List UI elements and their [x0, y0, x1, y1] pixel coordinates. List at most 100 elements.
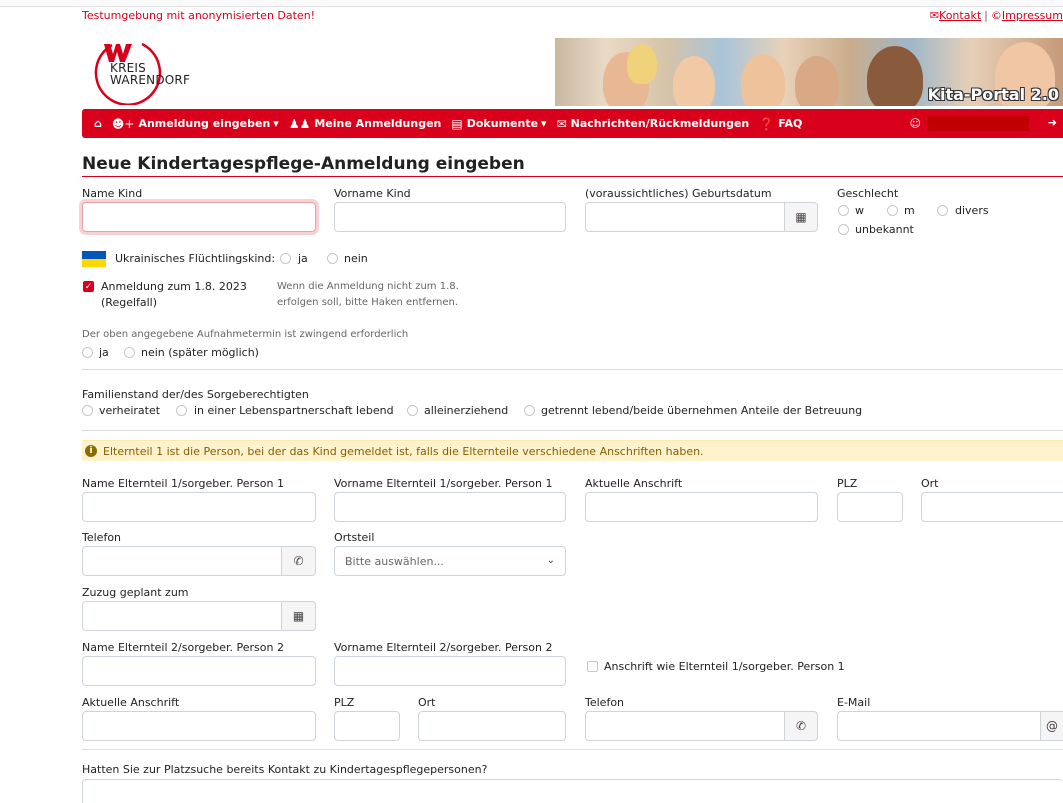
nav-faq[interactable]: ❓ FAQ	[759, 117, 802, 131]
chevron-down-icon: ⌄	[546, 555, 555, 566]
label-zuzug: Zuzug geplant zum	[82, 586, 189, 599]
faq-icon: ❓	[759, 116, 775, 131]
vorname-elternteil2-input[interactable]	[334, 656, 566, 686]
user-icon: ☺	[909, 117, 921, 130]
label-plz-elternteil2: PLZ	[334, 696, 355, 709]
radio-gender-m[interactable]	[887, 205, 898, 216]
label-anschrift-elternteil2: Aktuelle Anschrift	[82, 696, 180, 709]
checkbox-line-1: Anmeldung zum 1.8. 2023	[101, 280, 247, 293]
logo-text: KREIS WARENDORF	[110, 62, 190, 86]
label-vorname-elternteil2: Vorname Elternteil 2/sorgeber. Person 2	[334, 641, 553, 654]
telefon-elternteil1-input[interactable]	[82, 546, 282, 576]
vorname-elternteil1-input[interactable]	[334, 492, 566, 522]
user-menu[interactable]: ☺	[910, 116, 1029, 131]
separator: |	[984, 9, 988, 22]
calendar-icon[interactable]: ▦	[784, 202, 818, 232]
logout-icon[interactable]: ➜	[1048, 116, 1057, 129]
ort-elternteil2-input[interactable]	[418, 711, 566, 741]
label-lebenspartnerschaft: in einer Lebenspartnerschaft lebend	[194, 404, 394, 417]
nav-label: Nachrichten/Rückmeldungen	[570, 117, 750, 130]
label-alleinerziehend: alleinerziehend	[424, 404, 509, 417]
main-navbar: ⌂ ☻+ Anmeldung eingeben ▾ ♟♟ Meine Anmel…	[82, 109, 1063, 138]
label-gender-w: w	[855, 204, 864, 217]
radio-gender-unbekannt[interactable]	[838, 224, 849, 235]
envelope-icon: ✉	[556, 116, 567, 131]
radio-refugee-nein[interactable]	[327, 253, 338, 264]
radio-alleinerziehend[interactable]	[407, 405, 418, 416]
child-photo	[627, 44, 657, 84]
calendar-icon[interactable]: ▦	[281, 601, 316, 631]
radio-termin-nein[interactable]	[124, 347, 135, 358]
checkbox-line-2: (Regelfall)	[101, 296, 158, 309]
ortsteil-placeholder: Bitte auswählen...	[345, 554, 444, 568]
label-gender-divers: divers	[955, 204, 989, 217]
label-getrennt-lebend: getrennt lebend/beide übernehmen Anteile…	[541, 404, 863, 417]
chevron-down-icon: ▾	[541, 117, 547, 130]
nav-dokumente[interactable]: ▤ Dokumente ▾	[451, 117, 546, 131]
radio-gender-w[interactable]	[838, 205, 849, 216]
label-name-kind: Name Kind	[82, 187, 143, 200]
contact-link[interactable]: Kontakt	[939, 9, 981, 22]
ort-elternteil1-input[interactable]	[921, 492, 1063, 522]
label-familienstand: Familienstand der/des Sorgeberechtigten	[82, 388, 309, 401]
header-banner-image: Kita-Portal 2.0	[555, 38, 1063, 106]
label-same-address: Anschrift wie Elternteil 1/sorgeber. Per…	[604, 660, 845, 673]
label-termin-nein: nein (später möglich)	[141, 346, 259, 359]
label-ort-elternteil2: Ort	[418, 696, 436, 709]
phone-icon[interactable]: ✆	[281, 546, 316, 576]
user-plus-icon: ☻+	[111, 116, 135, 131]
anmeldung-checkbox[interactable]: ✓	[83, 281, 94, 292]
top-links: ✉Kontakt | ©Impressum	[930, 9, 1063, 22]
banner-title: Kita-Portal 2.0	[927, 85, 1059, 104]
anschrift-elternteil1-input[interactable]	[585, 492, 818, 522]
email-elternteil2-input[interactable]	[837, 711, 1041, 741]
vorname-kind-input[interactable]	[334, 202, 566, 232]
radio-gender-divers[interactable]	[937, 205, 948, 216]
phone-icon[interactable]: ✆	[784, 711, 818, 741]
kontakt-frage-input[interactable]	[82, 779, 1063, 803]
geburtsdatum-input[interactable]	[585, 202, 785, 232]
radio-verheiratet[interactable]	[82, 405, 93, 416]
imprint-link[interactable]: Impressum	[1002, 9, 1063, 22]
label-email-elternteil2: E-Mail	[837, 696, 871, 709]
hint-line-2: erfolgen soll, bitte Haken entfernen.	[277, 297, 459, 308]
label-fluechtlingskind: Ukrainisches Flüchtlingskind:	[115, 252, 276, 265]
label-telefon-elternteil1: Telefon	[82, 531, 122, 544]
child-photo	[741, 54, 785, 106]
nav-meine-anmeldungen[interactable]: ♟♟ Meine Anmeldungen	[289, 117, 442, 131]
radio-refugee-ja[interactable]	[280, 253, 291, 264]
ukraine-flag-icon	[82, 251, 106, 267]
copyright-icon: ©	[990, 9, 1002, 22]
home-icon[interactable]: ⌂	[94, 117, 102, 130]
name-elternteil2-input[interactable]	[82, 656, 316, 686]
label-vorname-kind: Vorname Kind	[334, 187, 411, 200]
radio-getrennt-lebend[interactable]	[524, 405, 535, 416]
label-telefon-elternteil2: Telefon	[585, 696, 625, 709]
telefon-elternteil2-input[interactable]	[585, 711, 785, 741]
zuzug-date-input[interactable]	[82, 601, 282, 631]
plz-elternteil1-input[interactable]	[837, 492, 903, 522]
nav-label: Dokumente	[466, 117, 539, 130]
plz-elternteil2-input[interactable]	[334, 711, 400, 741]
ortsteil-select[interactable]: Bitte auswählen... ⌄	[334, 546, 566, 576]
document-icon: ▤	[451, 116, 463, 131]
child-photo	[867, 46, 923, 106]
chevron-down-icon: ▾	[273, 117, 279, 130]
name-kind-input[interactable]	[82, 202, 316, 232]
anschrift-elternteil2-input[interactable]	[82, 711, 316, 741]
label-ortsteil: Ortsteil	[334, 531, 375, 544]
label-name-elternteil2: Name Elternteil 2/sorgeber. Person 2	[82, 641, 284, 654]
nav-nachrichten[interactable]: ✉ Nachrichten/Rückmeldungen	[557, 117, 750, 131]
hint-line-1: Wenn die Anmeldung nicht zum 1.8.	[277, 281, 459, 292]
label-refugee-ja: ja	[298, 252, 308, 265]
alert-text: Elternteil 1 ist die Person, bei der das…	[103, 444, 704, 458]
radio-termin-ja[interactable]	[82, 347, 93, 358]
envelope-icon: ✉	[929, 9, 940, 22]
name-elternteil1-input[interactable]	[82, 492, 316, 522]
child-photo	[795, 56, 839, 106]
nav-anmeldung-eingeben[interactable]: ☻+ Anmeldung eingeben ▾	[112, 117, 279, 131]
radio-lebenspartnerschaft[interactable]	[176, 405, 187, 416]
same-address-checkbox[interactable]	[587, 661, 598, 672]
nav-label: Meine Anmeldungen	[314, 117, 442, 130]
page-title: Neue Kindertagespflege-Anmeldung eingebe…	[82, 154, 525, 174]
